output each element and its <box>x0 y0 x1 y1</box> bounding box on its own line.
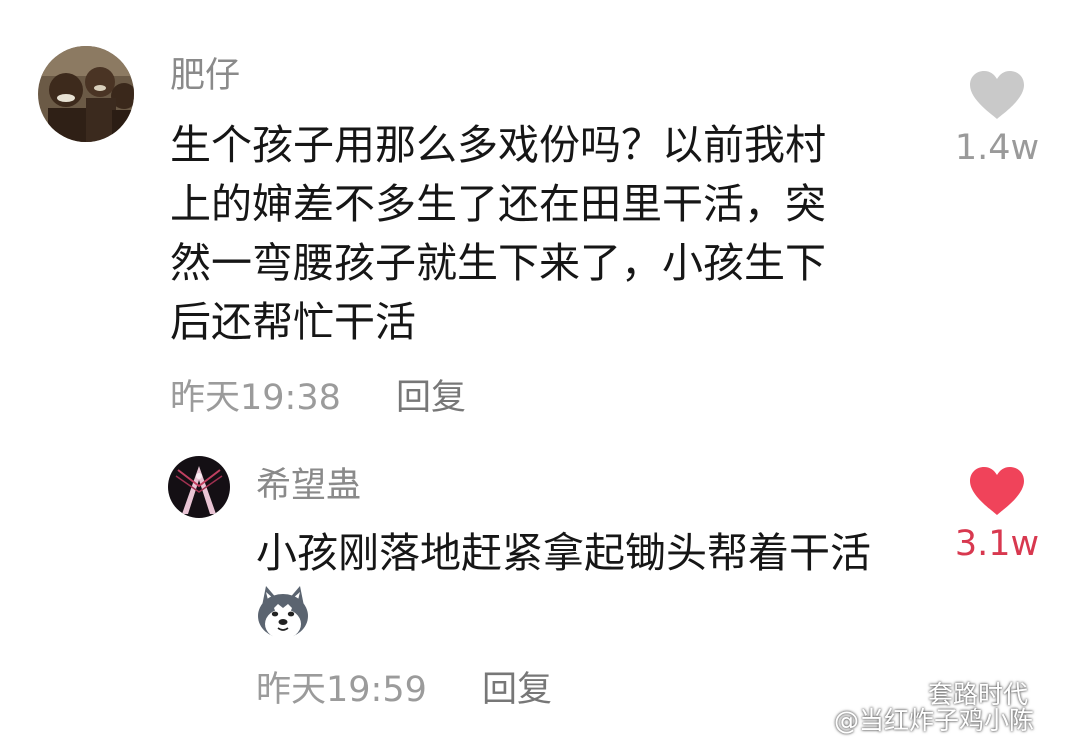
heart-shape <box>970 71 1024 119</box>
comment-reply-button[interactable]: 回复 <box>396 378 466 418</box>
reply-like-button[interactable] <box>968 466 1026 516</box>
comment-avatar[interactable] <box>38 46 134 142</box>
heart-icon <box>970 71 1024 119</box>
reply-avatar[interactable] <box>168 456 230 518</box>
comment-text-line: 然一弯腰孩子就生下来了，小孩生下 <box>170 239 826 287</box>
wechat-icon <box>884 680 922 708</box>
heart-shape <box>970 467 1024 515</box>
reply-reply-button[interactable]: 回复 <box>482 670 552 710</box>
comment-like-count: 1.4w <box>954 128 1040 168</box>
comment-like-button[interactable] <box>968 70 1026 120</box>
comment-username[interactable]: 肥仔 <box>170 56 240 96</box>
reply-like-count: 3.1w <box>954 524 1040 564</box>
avatar-photo <box>38 46 134 142</box>
weibo-source-watermark: @当红炸子鸡小陈 <box>834 706 1035 735</box>
comment-text-line: 生个孩子用那么多戏份吗？以前我村 <box>170 121 826 169</box>
comment-text: 生个孩子用那么多戏份吗？以前我村 上的婶差不多生了还在田里干活，突 然一弯腰孩子… <box>170 116 826 352</box>
avatar-photo <box>168 456 230 518</box>
heart-icon <box>970 467 1024 515</box>
reply-text-line: 小孩刚落地赶紧拿起锄头帮着干活 <box>256 529 871 577</box>
husky-dog-emoji <box>254 584 312 640</box>
weibo-icon <box>798 708 830 734</box>
comment-timestamp: 昨天19:38 <box>170 378 341 418</box>
reply-username[interactable]: 希望蛊 <box>256 466 361 506</box>
reply-text: 小孩刚落地赶紧拿起锄头帮着干活 <box>256 524 871 583</box>
comment-text-line: 后还帮忙干活 <box>170 298 416 346</box>
comment-text-line: 上的婶差不多生了还在田里干活，突 <box>170 180 826 228</box>
reply-timestamp: 昨天19:59 <box>256 670 427 710</box>
